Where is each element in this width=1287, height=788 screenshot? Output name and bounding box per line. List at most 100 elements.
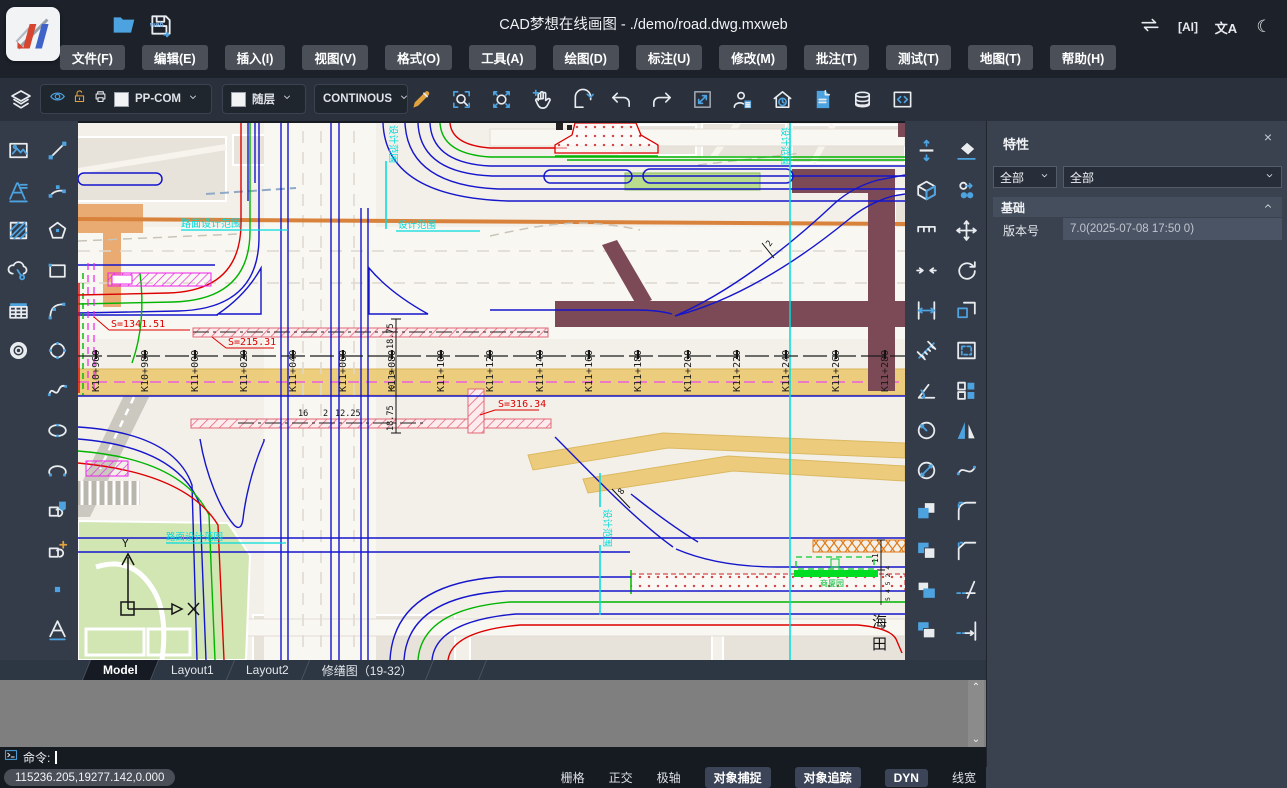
- tab-model[interactable]: Model: [82, 660, 159, 680]
- tool-trim[interactable]: [953, 579, 979, 605]
- tool-scale[interactable]: [953, 300, 979, 326]
- tool-window-select[interactable]: [953, 340, 979, 366]
- tool-rotate[interactable]: [953, 260, 979, 286]
- tool-chamfer[interactable]: [953, 540, 979, 566]
- sync-icon[interactable]: [1136, 13, 1164, 41]
- filter-category-select[interactable]: 全部: [993, 166, 1057, 188]
- toggle-osnap[interactable]: 对象捕捉: [705, 767, 771, 788]
- ai-icon[interactable]: [AI]: [1174, 13, 1202, 41]
- menu-draw[interactable]: 绘图(D): [553, 45, 619, 70]
- tool-polyline-arc[interactable]: [44, 180, 70, 206]
- tool-3d-box[interactable]: [913, 180, 939, 206]
- undo-icon[interactable]: [610, 88, 633, 116]
- tool-break[interactable]: [913, 220, 939, 246]
- tool-circle[interactable]: [44, 340, 70, 366]
- pan-icon[interactable]: [531, 88, 554, 116]
- user-profile-icon[interactable]: [731, 88, 754, 116]
- scroll-down-icon[interactable]: ⌄: [972, 734, 980, 745]
- tool-revision-cloud[interactable]: [5, 260, 31, 286]
- tool-fit-spline[interactable]: [953, 460, 979, 486]
- toggle-ortho[interactable]: 正交: [609, 769, 633, 786]
- translate-icon[interactable]: 文A: [1212, 13, 1240, 41]
- redo-icon[interactable]: [650, 88, 673, 116]
- zoom-extents-icon[interactable]: [490, 88, 513, 116]
- tool-draw-order-front[interactable]: [913, 500, 939, 526]
- chevron-down-icon[interactable]: [281, 90, 293, 108]
- toggle-otrack[interactable]: 对象追踪: [795, 767, 861, 788]
- menu-format[interactable]: 格式(O): [385, 45, 452, 70]
- tool-angular-dim[interactable]: [913, 380, 939, 406]
- toggle-grid[interactable]: 栅格: [561, 769, 585, 786]
- home-icon[interactable]: [771, 88, 794, 116]
- toggle-polar[interactable]: 极轴: [657, 769, 681, 786]
- layer-visible-icon[interactable]: [49, 88, 66, 110]
- menu-insert[interactable]: 插入(I): [225, 45, 286, 70]
- tool-ellipse[interactable]: [44, 420, 70, 446]
- rotate-view-icon[interactable]: [571, 88, 594, 116]
- tab-repair-plan[interactable]: 修缮图（19-32）: [302, 660, 434, 680]
- chevron-down-icon[interactable]: [187, 90, 199, 108]
- menu-test[interactable]: 测试(T): [886, 45, 951, 70]
- tab-layout1[interactable]: Layout1: [151, 660, 235, 680]
- toggle-lineweight[interactable]: 线宽: [952, 769, 976, 786]
- dwg-file-icon[interactable]: [811, 88, 834, 116]
- property-value-version[interactable]: 7.0(2025-07-08 17:50 0): [1063, 218, 1282, 240]
- layer-manager-icon[interactable]: [9, 88, 33, 117]
- menu-dimension[interactable]: 标注(U): [636, 45, 702, 70]
- tool-line[interactable]: [44, 140, 70, 166]
- tool-create-block[interactable]: [44, 540, 70, 566]
- tool-draw-order-below[interactable]: [913, 619, 939, 645]
- menu-modify[interactable]: 修改(M): [719, 45, 787, 70]
- tool-move[interactable]: [953, 220, 979, 246]
- chevron-down-icon[interactable]: [398, 90, 410, 108]
- tool-erase[interactable]: [953, 140, 979, 166]
- tool-fillet[interactable]: [953, 500, 979, 526]
- layer-print-icon[interactable]: [93, 89, 108, 109]
- filter-object-select[interactable]: 全部: [1063, 166, 1282, 188]
- menu-annotate[interactable]: 批注(T): [804, 45, 869, 70]
- tool-extend[interactable]: [953, 619, 979, 645]
- layer-unlock-icon[interactable]: [72, 89, 87, 109]
- tool-text[interactable]: [44, 619, 70, 645]
- tool-insert-image[interactable]: [5, 140, 31, 166]
- tool-text-style[interactable]: [5, 180, 31, 206]
- tool-polygon[interactable]: [44, 220, 70, 246]
- tool-arc[interactable]: [44, 300, 70, 326]
- code-icon[interactable]: [891, 88, 914, 116]
- fullscreen-icon[interactable]: [691, 88, 714, 116]
- tool-ellipse-arc[interactable]: [44, 460, 70, 486]
- history-scrollbar[interactable]: ⌃ ⌄: [968, 680, 984, 747]
- tool-diameter-dim[interactable]: [913, 460, 939, 486]
- layer-combo[interactable]: PP-COM: [40, 84, 212, 114]
- tool-stretch[interactable]: [913, 140, 939, 166]
- close-icon[interactable]: ×: [1264, 129, 1272, 145]
- tool-insert-block[interactable]: [44, 500, 70, 526]
- tool-table[interactable]: [5, 300, 31, 326]
- tool-draw-order-above[interactable]: [913, 579, 939, 605]
- tool-measure[interactable]: [913, 340, 939, 366]
- color-combo[interactable]: 随层: [222, 84, 306, 114]
- tool-copy[interactable]: [953, 180, 979, 206]
- database-icon[interactable]: [851, 88, 874, 116]
- tool-point[interactable]: [44, 579, 70, 605]
- tool-donut[interactable]: [5, 340, 31, 366]
- tool-rectangle[interactable]: [44, 260, 70, 286]
- tool-hatch[interactable]: [5, 220, 31, 246]
- zoom-window-icon[interactable]: [450, 88, 473, 116]
- drawing-canvas[interactable]: 路面设计范围 设计范围 路面设计范围 设计范围 设计范围 设计范围 K10+96…: [78, 123, 905, 660]
- tool-join[interactable]: [913, 260, 939, 286]
- theme-toggle-icon[interactable]: ☾: [1250, 13, 1278, 41]
- menu-map[interactable]: 地图(T): [968, 45, 1033, 70]
- tab-layout2[interactable]: Layout2: [226, 660, 310, 680]
- linetype-combo[interactable]: CONTINOUS: [314, 84, 408, 114]
- section-basic[interactable]: 基础: [993, 197, 1282, 217]
- tool-draw-order-back[interactable]: [913, 540, 939, 566]
- menu-tools[interactable]: 工具(A): [469, 45, 535, 70]
- tool-linear-dim[interactable]: [913, 300, 939, 326]
- command-line[interactable]: 命令:: [0, 747, 986, 767]
- linetype-edit-icon[interactable]: [410, 88, 433, 116]
- menu-view[interactable]: 视图(V): [302, 45, 368, 70]
- command-history[interactable]: ⌃ ⌄: [0, 680, 986, 747]
- layer-color-swatch[interactable]: [114, 92, 129, 107]
- tool-spline[interactable]: [44, 380, 70, 406]
